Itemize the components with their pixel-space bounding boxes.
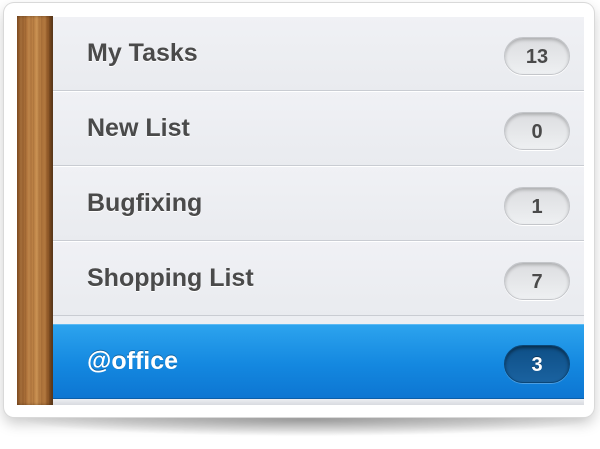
- list-item-label: My Tasks: [87, 39, 198, 67]
- list-item-my-tasks[interactable]: My Tasks 13: [53, 16, 584, 91]
- list-item-bugfixing[interactable]: Bugfixing 1: [53, 166, 584, 241]
- screenshot-frame: My Tasks 13 New List 0 Bugfixing 1 Shopp…: [4, 3, 594, 417]
- count-badge: 1: [504, 187, 570, 225]
- list-item-label: New List: [87, 114, 190, 142]
- list-item-label: Bugfixing: [87, 189, 203, 217]
- task-lists: My Tasks 13 New List 0 Bugfixing 1 Shopp…: [53, 16, 584, 405]
- app-screen: My Tasks 13 New List 0 Bugfixing 1 Shopp…: [17, 16, 584, 405]
- count-badge: 13: [504, 37, 570, 75]
- list-item-shopping-list[interactable]: Shopping List 7: [53, 241, 584, 316]
- count-badge: 3: [504, 345, 570, 383]
- wood-texture-sidebar: [17, 16, 53, 405]
- stage: My Tasks 13 New List 0 Bugfixing 1 Shopp…: [0, 0, 600, 449]
- count-badge: 0: [504, 112, 570, 150]
- list-bottom-edge: [53, 399, 584, 405]
- list-item-label: @office: [87, 347, 179, 375]
- list-item-label: Shopping List: [87, 264, 254, 292]
- list-item-office-selected[interactable]: @office 3: [53, 324, 584, 399]
- count-badge: 7: [504, 262, 570, 300]
- list-item-new-list[interactable]: New List 0: [53, 91, 584, 166]
